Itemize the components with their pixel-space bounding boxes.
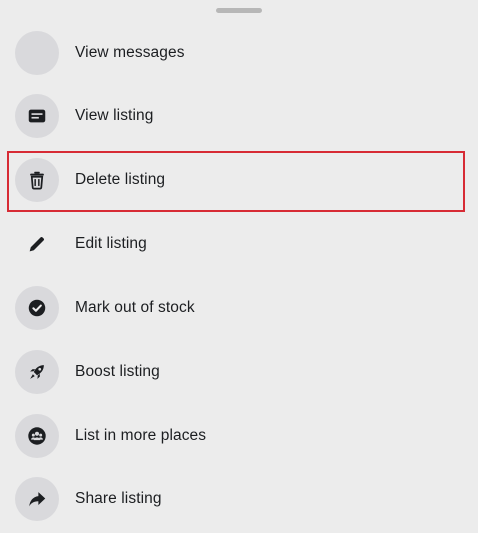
share-arrow-icon: [15, 477, 59, 521]
bottom-sheet: View messages View listing Delete listin…: [0, 0, 478, 533]
menu-item-mark-out-of-stock[interactable]: Mark out of stock: [0, 276, 478, 340]
rocket-icon: [15, 350, 59, 394]
menu-item-label: View listing: [75, 107, 154, 124]
avatar: [15, 31, 59, 75]
menu-item-boost-listing[interactable]: Boost listing: [0, 340, 478, 404]
menu-item-label: View messages: [75, 44, 185, 61]
drag-handle[interactable]: [216, 8, 262, 13]
menu-item-share-listing[interactable]: Share listing: [0, 467, 478, 531]
menu-item-edit-listing[interactable]: Edit listing: [0, 212, 478, 276]
menu-item-view-messages[interactable]: View messages: [0, 21, 478, 85]
menu-item-view-listing[interactable]: View listing: [0, 84, 478, 148]
menu-item-label: Boost listing: [75, 363, 160, 380]
check-circle-icon: [15, 286, 59, 330]
listing-card-icon: [15, 94, 59, 138]
highlight-box: [7, 151, 465, 212]
menu-item-label: Mark out of stock: [75, 299, 195, 316]
pencil-icon: [15, 222, 59, 266]
menu-item-label: Share listing: [75, 490, 162, 507]
menu-item-label: Edit listing: [75, 235, 147, 252]
menu-item-list-in-more-places[interactable]: List in more places: [0, 404, 478, 468]
groups-icon: [15, 414, 59, 458]
menu-item-label: List in more places: [75, 427, 207, 444]
